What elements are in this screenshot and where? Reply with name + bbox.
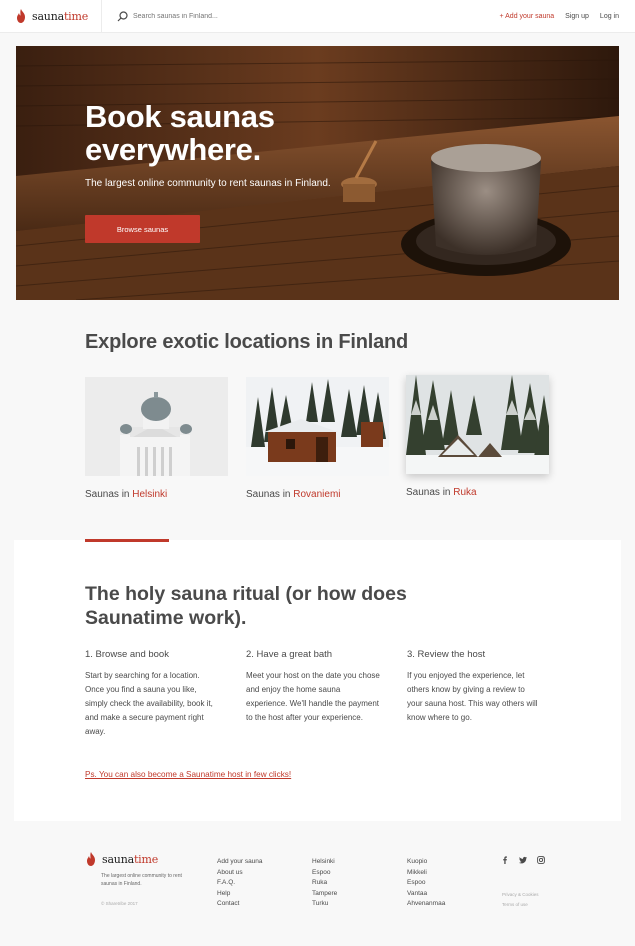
flame-icon — [87, 852, 95, 866]
location-caption: Saunas in Rovaniemi — [246, 489, 341, 500]
footer-copyright: © Sharetribe 2017 — [101, 901, 138, 906]
facebook-icon[interactable] — [501, 856, 509, 864]
twitter-icon[interactable] — [519, 856, 527, 864]
explore-title: Explore exotic locations in Finland — [85, 331, 409, 353]
hero-subtitle: The largest online community to rent sau… — [85, 178, 331, 189]
search-input[interactable] — [133, 12, 393, 20]
footer-links-site: Add your sauna About us F.A.Q. Help Cont… — [217, 857, 263, 910]
logo-wordmark: saunatime — [102, 852, 159, 866]
login-link[interactable]: Log in — [600, 13, 619, 20]
add-sauna-link[interactable]: + Add your sauna — [499, 13, 554, 20]
hero-title: Book saunas everywhere. — [85, 99, 275, 167]
rovaniemi-cabin-image — [246, 377, 389, 476]
how-it-works-section: The holy sauna ritual (or how does Sauna… — [14, 539, 621, 821]
footer-link[interactable]: Espoo — [312, 868, 337, 879]
instagram-icon[interactable] — [537, 856, 545, 864]
logo[interactable]: saunatime — [0, 0, 102, 33]
step-title: 1. Browse and book — [85, 649, 169, 660]
location-card-rovaniemi[interactable]: Saunas in Rovaniemi — [246, 377, 389, 500]
step-body: Meet your host on the date you chose and… — [246, 671, 380, 722]
footer-link[interactable]: Help — [217, 889, 263, 900]
footer-link[interactable]: Espoo — [407, 878, 445, 889]
location-card-ruka[interactable]: Saunas in Ruka — [406, 375, 549, 498]
footer-link[interactable]: About us — [217, 868, 263, 879]
privacy-link[interactable]: Privacy & Cookies — [502, 890, 539, 900]
step-body: If you enjoyed the experience, let other… — [407, 671, 538, 722]
footer-link[interactable]: Kuopio — [407, 857, 445, 868]
footer-link[interactable]: Turku — [312, 899, 337, 910]
hero-banner: Book saunas everywhere. The largest onli… — [16, 46, 619, 300]
section-accent-bar — [85, 539, 169, 542]
logo-wordmark: saunatime — [32, 9, 89, 23]
top-bar: saunatime + Add your sauna Sign up Log i… — [0, 0, 635, 33]
footer: saunatime The largest online community t… — [0, 840, 635, 946]
footer-tagline: The largest online community to rent sau… — [101, 873, 182, 887]
social-links — [501, 856, 545, 864]
footer-links-cities-1: Helsinki Espoo Ruka Tampere Turku — [312, 857, 337, 910]
location-caption: Saunas in Ruka — [406, 487, 477, 498]
footer-link[interactable]: Ruka — [312, 878, 337, 889]
footer-link[interactable]: Vantaa — [407, 889, 445, 900]
ritual-title: The holy sauna ritual (or how does Sauna… — [85, 583, 407, 629]
footer-link[interactable]: Contact — [217, 899, 263, 910]
footer-link[interactable]: Tampere — [312, 889, 337, 900]
browse-saunas-button[interactable]: Browse saunas — [85, 215, 200, 243]
footer-links-cities-2: Kuopio Mikkeli Espoo Vantaa Ahvenanmaa — [407, 857, 445, 910]
footer-link[interactable]: Ahvenanmaa — [407, 899, 445, 910]
step-title: 3. Review the host — [407, 649, 486, 660]
footer-link[interactable]: Add your sauna — [217, 857, 263, 868]
top-nav: + Add your sauna Sign up Log in — [499, 0, 619, 33]
footer-link[interactable]: F.A.Q. — [217, 878, 263, 889]
ruka-forest-image — [406, 375, 549, 474]
hero-sauna-image — [16, 46, 619, 300]
helsinki-cathedral-image — [85, 377, 228, 476]
become-host-link[interactable]: Ps. You can also become a Saunatime host… — [85, 770, 291, 779]
terms-link[interactable]: Terms of use — [502, 900, 539, 910]
search-bar — [117, 0, 417, 33]
location-caption: Saunas in Helsinki — [85, 489, 168, 500]
legal-links: Privacy & Cookies Terms of use — [502, 890, 539, 910]
step-body: Start by searching for a location. Once … — [85, 671, 213, 736]
flame-icon — [17, 9, 25, 23]
step-review-host: 3. Review the host If you enjoyed the ex… — [407, 649, 542, 725]
footer-link[interactable]: Mikkeli — [407, 868, 445, 879]
signup-link[interactable]: Sign up — [565, 13, 589, 20]
step-browse-and-book: 1. Browse and book Start by searching fo… — [85, 649, 220, 739]
footer-link[interactable]: Helsinki — [312, 857, 337, 868]
search-icon[interactable] — [117, 10, 128, 22]
step-great-bath: 2. Have a great bath Meet your host on t… — [246, 649, 381, 725]
step-title: 2. Have a great bath — [246, 649, 333, 660]
location-card-helsinki[interactable]: Saunas in Helsinki — [85, 377, 228, 500]
footer-logo[interactable]: saunatime — [85, 852, 158, 866]
